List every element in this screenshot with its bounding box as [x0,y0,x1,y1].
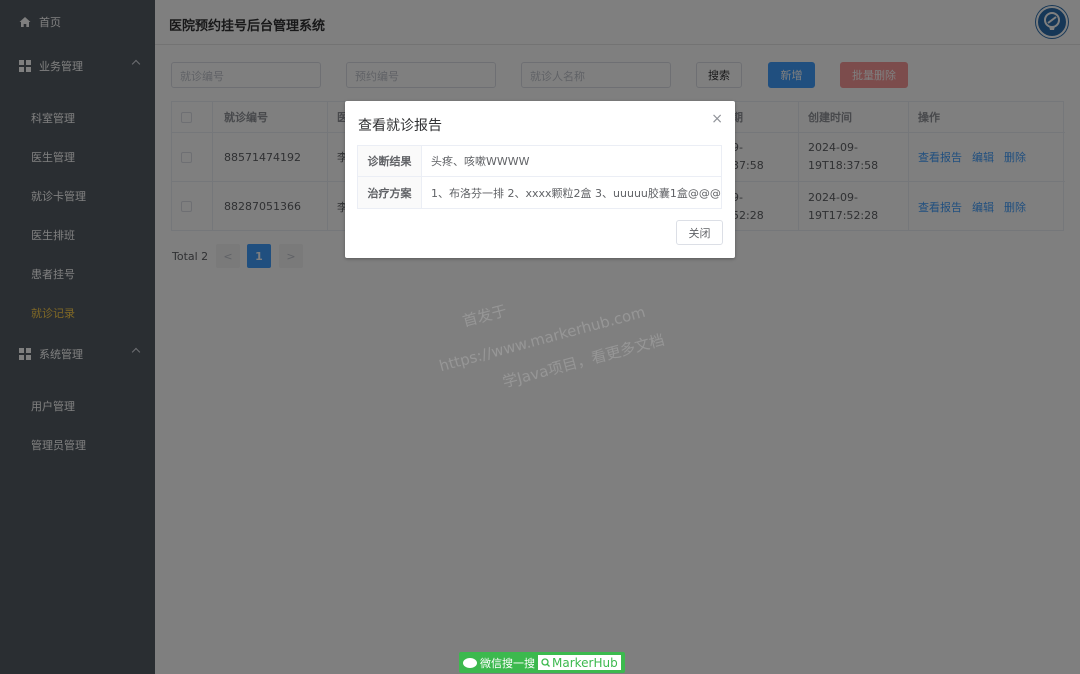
report-row-diagnosis: 诊断结果 头疼、咳嗽WWWW [358,146,721,177]
close-button[interactable]: 关闭 [676,220,723,245]
wechat-search-badge: 微信搜一搜 MarkerHub [459,652,625,673]
close-icon[interactable]: × [711,111,723,127]
report-descriptions: 诊断结果 头疼、咳嗽WWWW 治疗方案 1、布洛芬一排 2、xxxx颗粒2盒 3… [357,145,722,209]
diagnosis-label: 诊断结果 [358,146,422,176]
badge-text: 微信搜一搜 [480,656,535,670]
diagnosis-value: 头疼、咳嗽WWWW [431,155,530,168]
search-icon [541,658,550,667]
view-report-dialog: 查看就诊报告 × 诊断结果 头疼、咳嗽WWWW 治疗方案 1、布洛芬一排 2、x… [345,101,735,258]
badge-brand-label: MarkerHub [552,655,618,670]
wechat-icon [463,657,477,668]
treatment-label: 治疗方案 [358,177,422,208]
badge-brand: MarkerHub [538,655,621,670]
dialog-title: 查看就诊报告 [358,118,442,134]
report-row-treatment: 治疗方案 1、布洛芬一排 2、xxxx颗粒2盒 3、uuuuu胶囊1盒@@@ [358,177,721,208]
treatment-value: 1、布洛芬一排 2、xxxx颗粒2盒 3、uuuuu胶囊1盒@@@ [431,186,721,200]
